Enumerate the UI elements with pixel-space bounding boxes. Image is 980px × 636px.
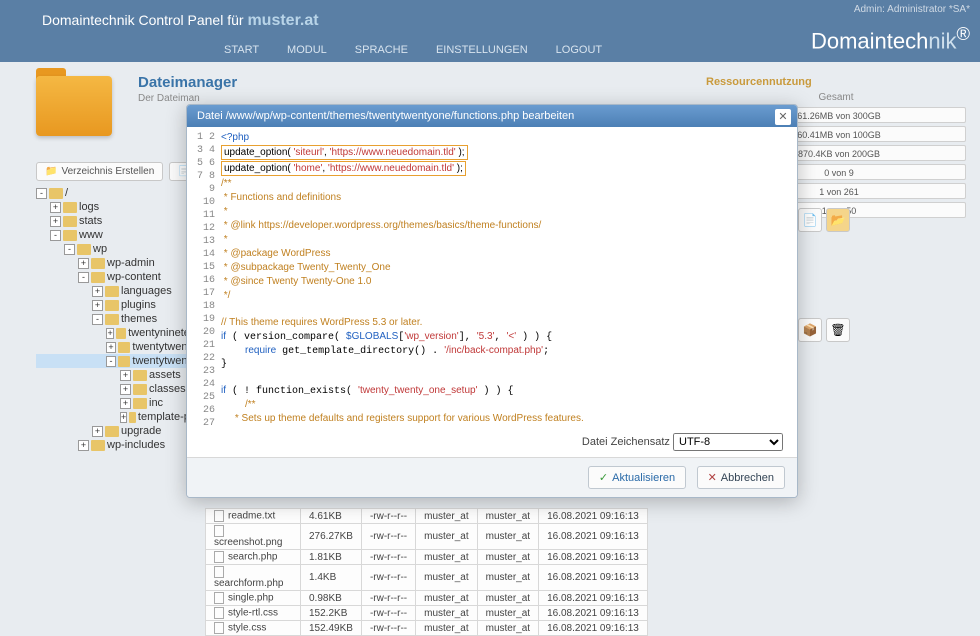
table-row[interactable]: style.css152.49KB-rw-r--r--muster_atmust… — [206, 621, 648, 636]
cancel-label: Abbrechen — [721, 472, 774, 484]
modal-footer: ✓ Aktualisieren ✕ Abbrechen — [187, 457, 797, 497]
cancel-button[interactable]: ✕ Abbrechen — [697, 466, 785, 489]
charset-select[interactable]: UTF-8 — [673, 433, 783, 451]
code-content[interactable]: <?php update_option( 'siteurl', 'https:/… — [221, 131, 787, 423]
x-icon: ✕ — [708, 471, 717, 484]
close-icon[interactable]: ✕ — [775, 109, 791, 125]
check-icon: ✓ — [599, 471, 608, 484]
update-label: Aktualisieren — [612, 472, 675, 484]
modal-header: Datei /www/wp/wp-content/themes/twentytw… — [187, 105, 797, 127]
modal-title: Datei /www/wp/wp-content/themes/twentytw… — [197, 110, 574, 122]
code-editor[interactable]: 1 2 3 4 5 6 7 8 9 10 11 12 13 14 15 16 1… — [187, 127, 797, 427]
charset-label: Datei Zeichensatz — [582, 436, 670, 448]
file-type-icon — [214, 622, 224, 634]
charset-row: Datei Zeichensatz UTF-8 — [187, 427, 797, 457]
line-numbers: 1 2 3 4 5 6 7 8 9 10 11 12 13 14 15 16 1… — [197, 131, 221, 423]
update-button[interactable]: ✓ Aktualisieren — [588, 466, 686, 489]
modal-overlay: Datei /www/wp/wp-content/themes/twentytw… — [0, 0, 980, 613]
edit-file-modal: Datei /www/wp/wp-content/themes/twentytw… — [186, 104, 798, 498]
